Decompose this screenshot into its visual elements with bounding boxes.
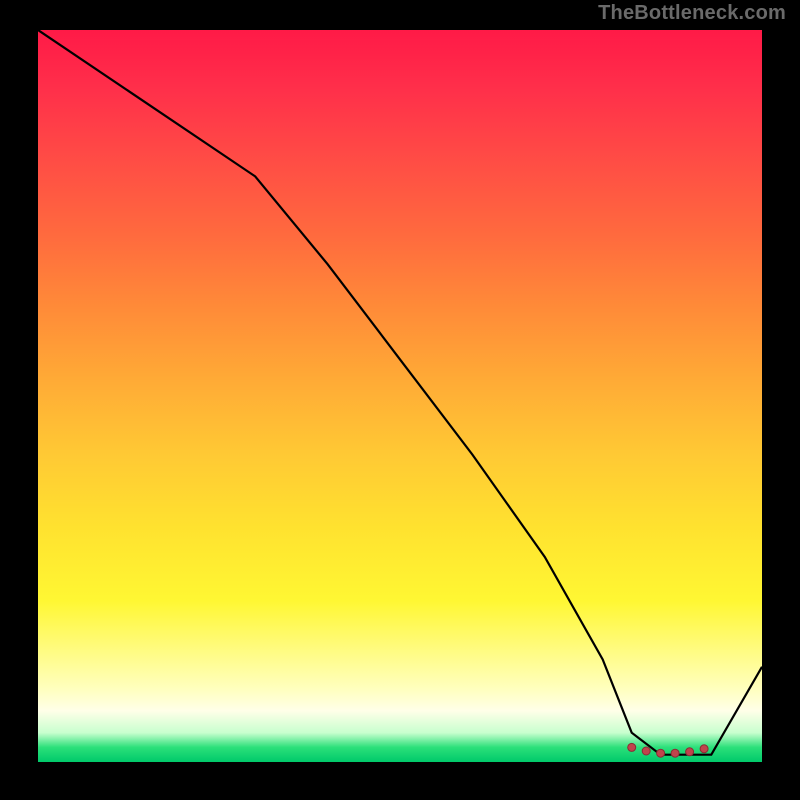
line-layer	[38, 30, 762, 762]
highlight-dot	[657, 749, 665, 757]
chart-container: TheBottleneck.com	[0, 0, 800, 800]
bottleneck-curve	[38, 30, 762, 755]
highlight-dot	[628, 743, 636, 751]
highlight-dot	[686, 748, 694, 756]
highlight-dot	[671, 749, 679, 757]
plot-area	[38, 30, 762, 762]
highlight-dot	[642, 747, 650, 755]
highlight-dot	[700, 745, 708, 753]
watermark-text: TheBottleneck.com	[598, 2, 786, 25]
